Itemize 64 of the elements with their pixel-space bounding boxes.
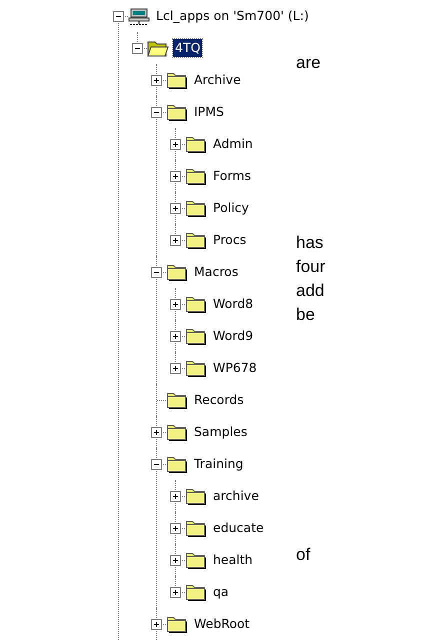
folder-icon [166,102,188,122]
expand-button[interactable] [170,523,181,534]
folder-icon [166,454,188,474]
expand-button[interactable] [170,587,181,598]
body-text: add [296,280,326,302]
expand-button[interactable] [151,427,162,438]
collapse-button[interactable] [151,107,162,118]
tree-item[interactable]: WP678 [211,359,259,377]
folder-icon [166,262,188,282]
expand-button[interactable] [170,171,181,182]
tree-item[interactable]: health [211,551,255,569]
network-drive-icon [128,6,150,26]
tree-item[interactable]: Samples [192,423,250,441]
folder-icon [166,614,188,634]
collapse-button[interactable] [113,11,124,22]
folder-icon [185,358,207,378]
tree-item[interactable]: Records [192,391,246,409]
expand-button[interactable] [170,139,181,150]
expand-button[interactable] [170,299,181,310]
tree-item[interactable]: Policy [211,199,251,217]
folder-icon [185,198,207,218]
tree-item[interactable]: Procs [211,231,248,249]
tree-item[interactable]: Word9 [211,327,256,345]
folder-icon [185,134,207,154]
folder-icon [185,294,207,314]
expand-button[interactable] [151,75,162,86]
folder-icon [166,390,188,410]
folder-icon [185,230,207,250]
folder-icon [185,166,207,186]
folder-icon [185,582,207,602]
tree-item[interactable]: Lcl_apps on 'Sm700' (L:) [154,7,311,25]
expand-button[interactable] [170,203,181,214]
tree-item[interactable]: Admin [211,135,255,153]
expand-button[interactable] [151,619,162,630]
tree-item[interactable]: archive [211,487,261,505]
tree-item[interactable]: qa [211,583,231,601]
collapse-button[interactable] [151,267,162,278]
body-text: of [296,544,312,566]
collapse-button[interactable] [132,43,143,54]
body-text: are [296,52,322,74]
body-text: be [296,304,316,326]
tree-item[interactable]: Macros [192,263,240,281]
folder-icon [185,518,207,538]
folder-icon [166,70,188,90]
body-text: four [296,256,326,278]
expand-button[interactable] [170,331,181,342]
tree-item[interactable]: 4TQ [173,39,202,57]
tree-item[interactable]: Training [192,455,246,473]
tree-item[interactable]: IPMS [192,103,226,121]
tree-item[interactable]: Forms [211,167,254,185]
collapse-button[interactable] [151,459,162,470]
folder-icon [166,422,188,442]
folder-icon [185,550,207,570]
folder-icon [185,486,207,506]
expand-button[interactable] [170,235,181,246]
expand-button[interactable] [170,491,181,502]
expand-button[interactable] [170,363,181,374]
tree-item[interactable]: Archive [192,71,243,89]
tree-item[interactable]: WebRoot [192,615,252,633]
tree-item[interactable]: educate [211,519,266,537]
folder-icon [185,326,207,346]
body-text: has [296,232,324,254]
tree-item[interactable]: Word8 [211,295,256,313]
expand-button[interactable] [170,555,181,566]
